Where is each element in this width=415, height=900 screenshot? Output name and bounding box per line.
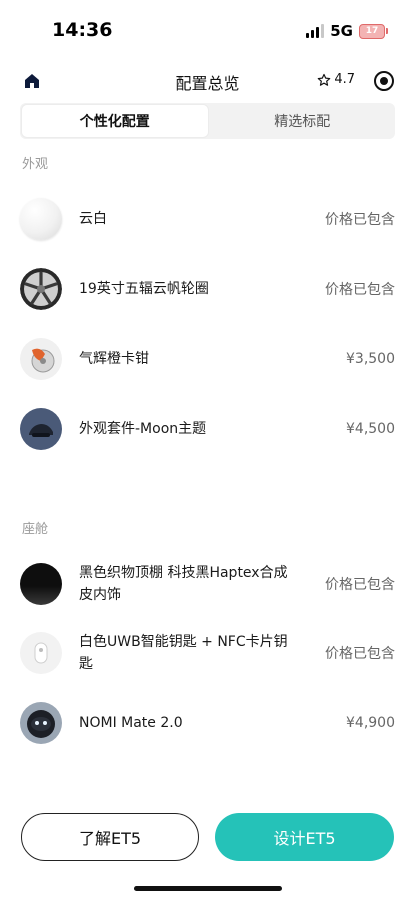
tab-personalized[interactable]: 个性化配置 (21, 104, 209, 138)
smart-key-icon (20, 632, 62, 674)
rating[interactable]: 4.7 (317, 72, 355, 87)
list-item[interactable]: NOMI Mate 2.0 ¥4,900 (20, 698, 395, 748)
list-item[interactable]: 气辉橙卡钳 ¥3,500 (20, 334, 395, 384)
learn-et5-button[interactable]: 了解ET5 (21, 813, 199, 861)
item-price: 价格已包含 (325, 646, 395, 662)
item-name: 外观套件-Moon主题 (79, 421, 207, 437)
item-price: 价格已包含 (325, 577, 395, 593)
item-price: ¥4,500 (346, 421, 395, 437)
white-paint-swatch-icon (20, 198, 62, 240)
item-name: 白色UWB智能钥匙 + NFC卡片钥匙 (79, 634, 288, 672)
star-icon (318, 73, 331, 86)
home-indicator[interactable] (134, 886, 282, 891)
battery-icon: 17 (359, 23, 388, 39)
battery-level: 17 (365, 26, 379, 36)
item-price: ¥4,900 (346, 715, 395, 731)
item-price: 价格已包含 (325, 282, 395, 298)
item-price: ¥3,500 (346, 351, 395, 367)
item-name: 气辉橙卡钳 (79, 351, 149, 367)
section-title-exterior: 外观 (22, 157, 49, 172)
orange-caliper-icon (20, 338, 62, 380)
network-type: 5G (330, 22, 353, 40)
status-indicators: 5G 17 (306, 22, 388, 40)
list-item[interactable]: 外观套件-Moon主题 ¥4,500 (20, 404, 395, 454)
list-item[interactable]: 云白 价格已包含 (20, 194, 395, 244)
black-interior-swatch-icon (20, 563, 62, 605)
list-item[interactable]: 黑色织物顶棚 科技黑Haptex合成皮内饰 价格已包含 (20, 559, 395, 609)
target-icon[interactable] (373, 70, 395, 92)
nav-bar: 配置总览 4.7 (0, 62, 415, 102)
section-title-cabin: 座舱 (22, 522, 49, 537)
list-item[interactable]: 19英寸五辐云帆轮圈 价格已包含 (20, 264, 395, 314)
wheel-rim-icon (20, 268, 62, 310)
config-tabs: 个性化配置 精选标配 (20, 103, 395, 139)
status-bar: 14:36 5G 17 (0, 0, 415, 62)
status-time: 14:36 (52, 19, 113, 41)
item-name: 黑色织物顶棚 科技黑Haptex合成皮内饰 (79, 565, 288, 603)
item-price: 价格已包含 (325, 212, 395, 228)
tab-standard[interactable]: 精选标配 (210, 103, 396, 139)
list-item[interactable]: 白色UWB智能钥匙 + NFC卡片钥匙 价格已包含 (20, 628, 395, 678)
item-name: 19英寸五辐云帆轮圈 (79, 281, 209, 297)
moon-theme-kit-icon (20, 408, 62, 450)
item-name: NOMI Mate 2.0 (79, 715, 183, 731)
rating-value: 4.7 (334, 72, 355, 87)
design-et5-button[interactable]: 设计ET5 (215, 813, 394, 861)
nomi-mate-icon (20, 702, 62, 744)
item-name: 云白 (79, 211, 107, 227)
signal-icon (306, 24, 325, 38)
